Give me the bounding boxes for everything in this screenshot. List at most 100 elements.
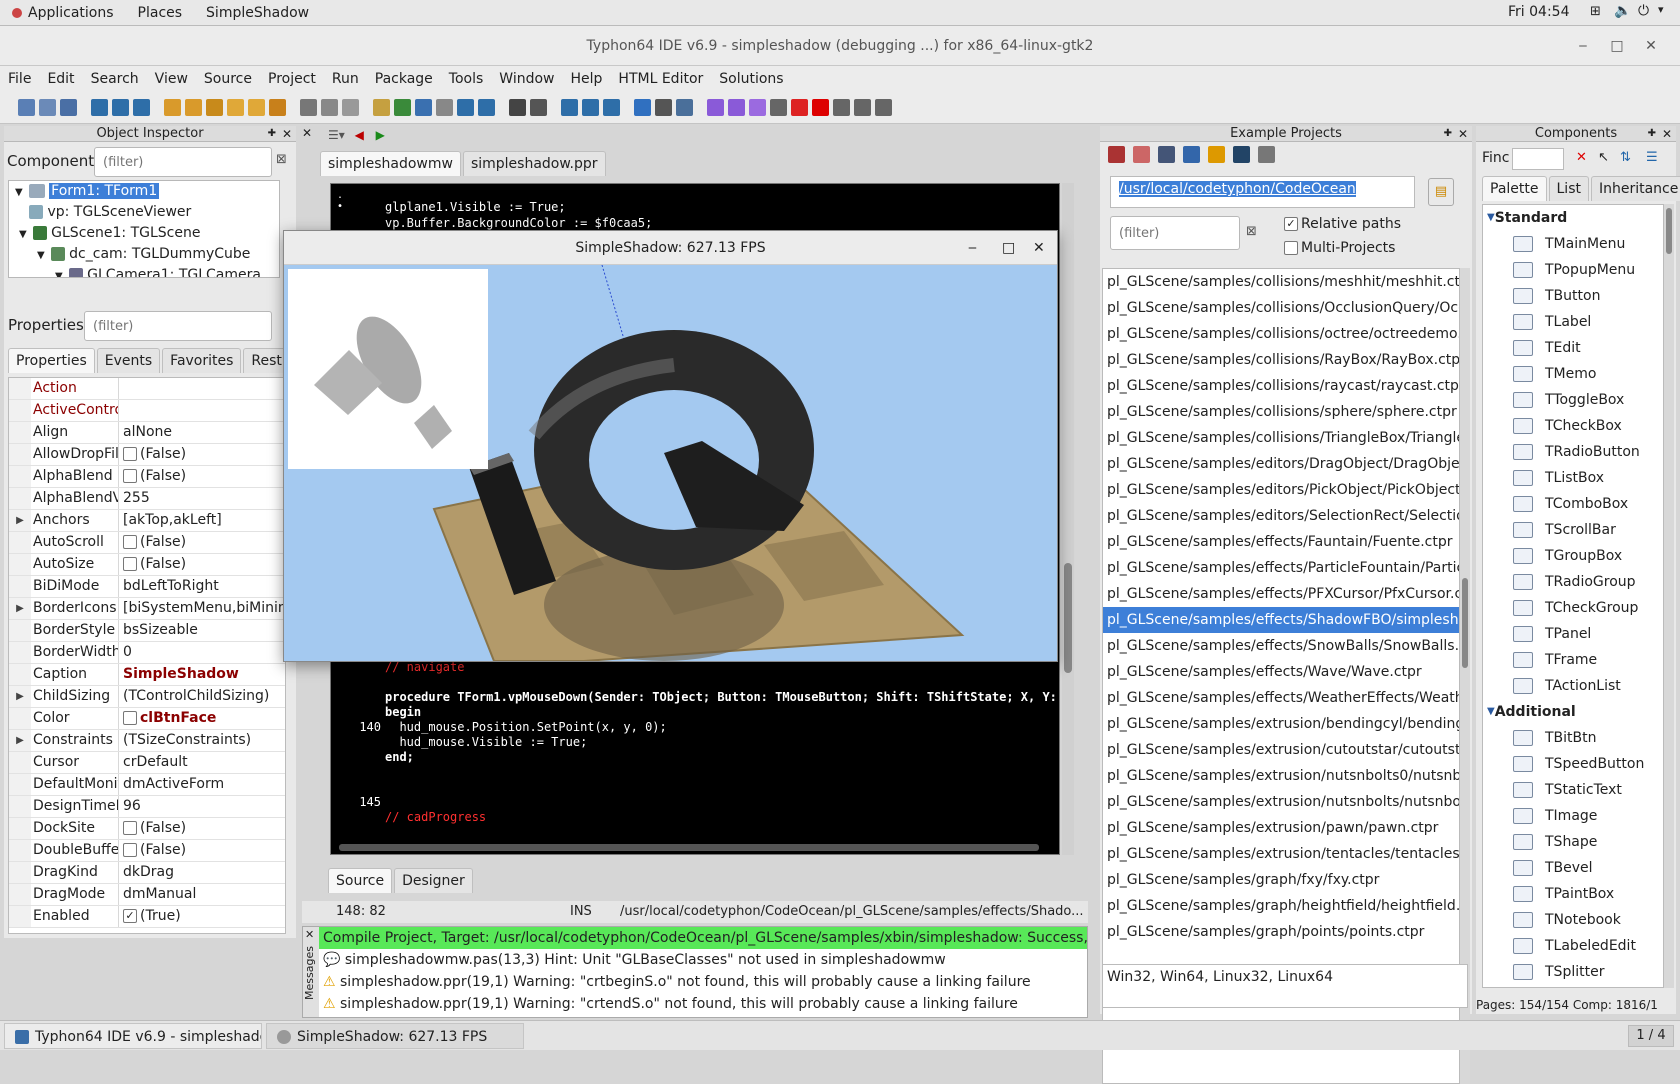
example-project-item[interactable]: pl_GLScene/samples/extrusion/nutsnbolts/… bbox=[1103, 789, 1459, 815]
applications-menu[interactable]: Applications bbox=[0, 5, 126, 21]
menu-tools[interactable]: Tools bbox=[441, 71, 492, 87]
globe-icon[interactable] bbox=[394, 99, 411, 116]
multi-projects-option[interactable]: Multi-Projects bbox=[1284, 240, 1395, 256]
palette-item[interactable]: TEdit bbox=[1483, 335, 1663, 361]
properties-filter-input[interactable] bbox=[84, 311, 272, 341]
tab-palette[interactable]: Palette bbox=[1482, 176, 1547, 201]
horizontal-scrollbar[interactable] bbox=[339, 844, 1039, 851]
property-row[interactable]: ▶BorderIcons[biSystemMenu,biMinimize] bbox=[9, 598, 285, 620]
tab-designer[interactable]: Designer bbox=[394, 868, 473, 893]
property-value[interactable]: (False) bbox=[119, 444, 285, 465]
project-options-icon[interactable] bbox=[603, 99, 620, 116]
property-row[interactable]: Action bbox=[9, 378, 285, 400]
property-value[interactable]: crDefault bbox=[119, 752, 285, 773]
property-row[interactable]: DockSite (False) bbox=[9, 818, 285, 840]
simpleshadow-title-bar[interactable]: SimpleShadow: 627.13 FPS ‒ □ ✕ bbox=[284, 231, 1057, 265]
close-icon[interactable]: ✕ bbox=[282, 126, 292, 142]
binoculars-icon[interactable] bbox=[1233, 146, 1250, 163]
places-menu[interactable]: Places bbox=[126, 5, 195, 21]
tools-icon[interactable] bbox=[655, 99, 672, 116]
tab-simpleshadow-ppr[interactable]: simpleshadow.ppr bbox=[462, 151, 606, 176]
expand-arrow-icon[interactable]: ▶ bbox=[9, 686, 31, 707]
palette-item[interactable]: TGroupBox bbox=[1483, 543, 1663, 569]
package-install-icon[interactable] bbox=[248, 99, 265, 116]
palette-item[interactable]: TBitBtn bbox=[1483, 725, 1663, 751]
close-button[interactable]: ✕ bbox=[1636, 26, 1666, 66]
property-value[interactable]: bdLeftToRight bbox=[119, 576, 285, 597]
palette-item[interactable]: TMainMenu bbox=[1483, 231, 1663, 257]
property-row[interactable]: DoubleBuffered (False) bbox=[9, 840, 285, 862]
run-settings-icon[interactable] bbox=[707, 99, 724, 116]
property-value[interactable]: [akTop,akLeft] bbox=[119, 510, 285, 531]
view-units-icon[interactable] bbox=[436, 99, 453, 116]
property-row[interactable]: AutoScroll (False) bbox=[9, 532, 285, 554]
messages-panel[interactable]: Messages ✕ Compile Project, Target: /usr… bbox=[302, 926, 1088, 1018]
find-in-files-icon[interactable] bbox=[530, 99, 547, 116]
editor-vertical-scrollbar[interactable] bbox=[1062, 183, 1074, 855]
pin-icon[interactable]: ✚ bbox=[268, 126, 276, 142]
example-project-item[interactable]: pl_GLScene/samples/collisions/sphere/sph… bbox=[1103, 399, 1459, 425]
close-file-icon[interactable] bbox=[342, 99, 359, 116]
property-row[interactable]: Enabled ✓ (True) bbox=[9, 906, 285, 928]
compare-icon[interactable] bbox=[478, 99, 495, 116]
minimize-button[interactable]: ‒ bbox=[968, 231, 977, 265]
property-value[interactable]: bsSizeable bbox=[119, 620, 285, 641]
property-row[interactable]: ▶ Anchors [akTop,akLeft] bbox=[9, 510, 285, 532]
tree-node[interactable]: ▼ GLCamera1: TGLCamera bbox=[9, 265, 279, 277]
palette-item[interactable]: TButton bbox=[1483, 283, 1663, 309]
palette-item[interactable]: TToggleBox bbox=[1483, 387, 1663, 413]
example-project-item[interactable]: pl_GLScene/samples/effects/PFXCursor/Pfx… bbox=[1103, 581, 1459, 607]
property-value[interactable]: (TSizeConstraints) bbox=[119, 730, 285, 751]
tree-node[interactable]: ▼ GLScene1: TGLScene bbox=[9, 223, 279, 244]
clear-filter-icon[interactable]: ✕ bbox=[1576, 150, 1587, 165]
property-row[interactable]: Color clBtnFace bbox=[9, 708, 285, 730]
property-row[interactable]: AutoSize (False) bbox=[9, 554, 285, 576]
palette-item[interactable]: TFrame bbox=[1483, 647, 1663, 673]
message-line[interactable]: ⚠ simpleshadow.ppr(19,1) Warning: "crtbe… bbox=[319, 971, 1087, 993]
examples-path-input[interactable]: /usr/local/codetyphon/CodeOcean bbox=[1110, 176, 1415, 208]
palette-item[interactable]: TNotebook bbox=[1483, 907, 1663, 933]
workspace-switcher[interactable]: 1 / 4 bbox=[1628, 1025, 1674, 1047]
palette-category[interactable]: ▼ Additional bbox=[1483, 699, 1663, 725]
maximize-button[interactable]: □ bbox=[1002, 231, 1015, 265]
gl-scene-viewport[interactable] bbox=[284, 265, 1057, 661]
minimize-button[interactable]: ‒ bbox=[1568, 26, 1598, 66]
tab-simpleshadowmw[interactable]: simpleshadowmw bbox=[320, 151, 461, 176]
property-row[interactable]: Cursor crDefault bbox=[9, 752, 285, 774]
edit-icon[interactable] bbox=[373, 99, 390, 116]
step-over-icon[interactable] bbox=[854, 99, 871, 116]
power-icon[interactable]: ⏻ bbox=[1638, 3, 1649, 19]
property-row[interactable]: AlphaBlend (False) bbox=[9, 466, 285, 488]
menu-solutions[interactable]: Solutions bbox=[711, 71, 791, 87]
run-icon[interactable] bbox=[749, 99, 766, 116]
property-checkbox[interactable] bbox=[123, 447, 137, 461]
example-project-item[interactable]: pl_GLScene/samples/extrusion/bendingcyl/… bbox=[1103, 711, 1459, 737]
folder-icon[interactable] bbox=[1208, 146, 1225, 163]
example-project-item[interactable]: pl_GLScene/samples/editors/DragObject/Dr… bbox=[1103, 451, 1459, 477]
property-value[interactable]: dmActiveForm bbox=[119, 774, 285, 795]
property-value[interactable]: (False) bbox=[119, 554, 285, 575]
new-unit-icon[interactable] bbox=[39, 99, 56, 116]
property-row[interactable]: BorderStyle bsSizeable bbox=[9, 620, 285, 642]
palette-item[interactable]: TShape bbox=[1483, 829, 1663, 855]
property-row[interactable]: DefaultMonitordmActiveForm bbox=[9, 774, 285, 796]
property-value[interactable]: (False) bbox=[119, 466, 285, 487]
palette-item[interactable]: TListBox bbox=[1483, 465, 1663, 491]
stop-icon[interactable] bbox=[812, 99, 829, 116]
debug-windows-icon[interactable] bbox=[634, 99, 651, 116]
pause-icon[interactable] bbox=[791, 99, 808, 116]
example-project-item[interactable]: pl_GLScene/samples/collisions/meshhit/me… bbox=[1103, 269, 1459, 295]
clock[interactable]: Fri 04:54 bbox=[1508, 4, 1569, 20]
palette-item[interactable]: TPopupMenu bbox=[1483, 257, 1663, 283]
tab-source[interactable]: Source bbox=[328, 868, 393, 893]
palette-item[interactable]: TPanel bbox=[1483, 621, 1663, 647]
example-project-item[interactable]: pl_GLScene/samples/extrusion/pawn/pawn.c… bbox=[1103, 815, 1459, 841]
palette-item[interactable]: TRadioButton bbox=[1483, 439, 1663, 465]
volume-icon[interactable]: 🔈 bbox=[1614, 3, 1631, 19]
property-value[interactable]: 0 bbox=[119, 642, 285, 663]
package-add-icon[interactable] bbox=[206, 99, 223, 116]
property-row[interactable]: Align alNone bbox=[9, 422, 285, 444]
example-project-item[interactable]: pl_GLScene/samples/collisions/OcclusionQ… bbox=[1103, 295, 1459, 321]
pin-icon[interactable]: ✚ bbox=[1648, 126, 1656, 142]
editor-close-icon[interactable]: ✕ bbox=[302, 126, 322, 142]
